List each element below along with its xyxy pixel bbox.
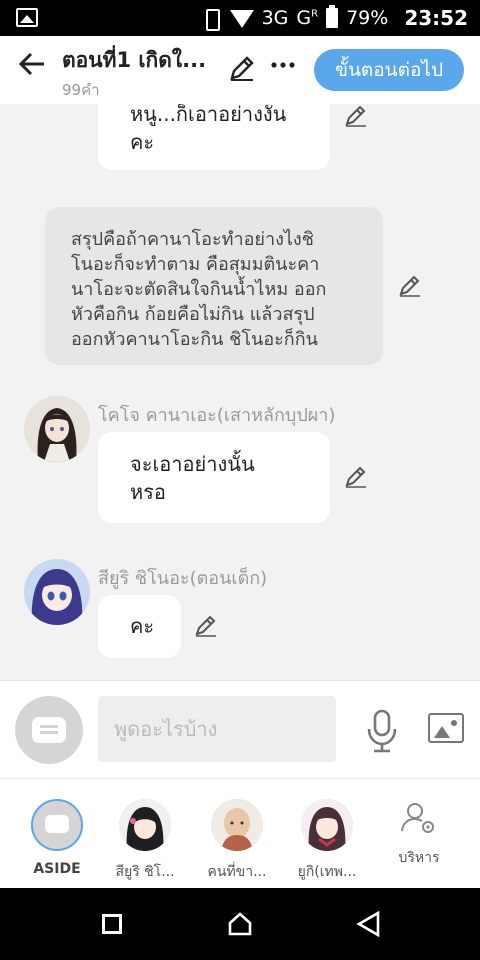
wifi-icon [229,10,254,28]
avatar-image [301,799,353,851]
message-line: หรอ [130,480,166,504]
message-bubble[interactable]: คะ [98,595,181,658]
edit-title-icon[interactable] [228,54,258,84]
more-icon[interactable] [270,52,300,82]
word-count: 99คำ [62,81,100,99]
aside-toggle-button[interactable] [15,696,83,764]
character-shinoa[interactable]: สียูริ ชิโ... [100,799,190,883]
message-bubble[interactable]: จะเอาอย่างนั้น หรอ [98,432,330,523]
message-line: จะเอาอย่างนั้น [130,452,255,476]
network-label: 3G [261,7,289,29]
gallery-icon [16,8,38,27]
clock: 23:52 [404,6,468,30]
pencil-icon [195,615,216,637]
chat-bubble-icon [32,717,66,743]
character-yuki[interactable]: ยูกิ(เทพ... [282,799,372,883]
character-label: ยูกิ(เทพ... [297,864,357,880]
narration-line: หัวคือกิน ก้อยคือไม่กิน แล้วสรุป [71,304,315,325]
home-icon[interactable] [228,912,252,936]
system-nav-bar [0,888,480,960]
message-line: หนู...ก็เอาอย่างงั้น [130,104,287,126]
mic-icon[interactable] [364,709,400,753]
character-avatar [211,799,263,851]
image-icon[interactable] [428,713,464,743]
character-label: ASIDE [33,861,81,877]
character-selector: ASIDE สียูริ ชิโ... คนที่ขา... ยูกิ(เทพ.… [0,778,480,888]
back-nav-icon[interactable] [356,910,380,938]
battery-icon [326,5,339,28]
page-title: ตอนที่1 เกิดใ... [62,48,207,72]
message-bubble[interactable]: หนู...ก็เอาอย่างงั้น คะ [98,104,330,170]
chat-header: ตอนที่1 เกิดใ... 99คำ ขั้นตอนต่อไป [0,36,480,104]
character-bald[interactable]: คนที่ขา... [192,799,282,883]
narration-line: ออกหัวคานาโอะกิน ชิโนอะก็กิน [71,329,318,350]
vibrate-icon [200,8,222,31]
character-avatar [119,799,171,851]
avatar-image [211,799,263,851]
user-gear-icon [401,803,434,833]
more-dots-icon [271,62,295,68]
pencil-icon [399,275,420,297]
speaker-name: โคโจ คานาเอะ(เสาหลักบุปผา) [98,405,336,426]
next-step-button[interactable]: ขั้นตอนต่อไป [314,49,464,91]
chat-bubble-icon [45,815,69,833]
character-label: บริหาร [398,850,440,866]
manage-characters-button[interactable]: บริหาร [374,799,464,869]
character-avatar [301,799,353,851]
message-line: คะ [130,614,155,638]
narration-bubble[interactable]: สรุปคือถ้าคานาโอะทำอย่างไงชิ โนอะก็จะทำต… [45,207,383,365]
narration-line: นาโอะจะตัดสินใจกินน้ำไหม ออก [71,279,327,300]
edit-message-icon[interactable] [344,465,368,493]
character-aside[interactable]: ASIDE [12,799,102,877]
pencil-icon [345,105,366,127]
user-settings-icon [399,799,439,839]
message-line: คะ [130,130,155,154]
narration-line: สรุปคือถ้าคานาโอะทำอย่างไงชิ [71,229,314,250]
back-arrow-icon [18,52,44,76]
battery-percent: 79% [346,7,389,29]
status-bar: 3G GR 79% 23:52 [0,0,480,36]
character-label: สียูริ ชิโ... [115,864,175,880]
pencil-icon [345,466,366,488]
recents-icon[interactable] [102,914,122,934]
input-bar [0,680,480,778]
avatar-image [119,799,171,851]
chat-area[interactable]: หนู...ก็เอาอย่างงั้น คะ สรุปคือถ้าคานาโอ… [0,104,480,680]
edit-message-icon[interactable] [194,614,218,642]
avatar-image [24,396,90,462]
back-icon[interactable] [14,50,50,86]
avatar-kanae[interactable] [24,396,90,462]
character-label: คนที่ขา... [207,864,267,880]
narration-line: โนอะก็จะทำตาม คือสุมมตินะคา [71,254,320,275]
network2-label: GR [296,7,319,29]
status-right: 3G GR 79% 23:52 [200,0,468,36]
avatar-shinoa[interactable] [24,559,90,625]
back-triangle [356,910,380,938]
message-input[interactable] [98,696,336,762]
pencil-icon [230,56,254,81]
aside-avatar [31,799,83,851]
microphone-icon [367,709,397,753]
avatar-image [24,559,90,625]
speaker-name: สียูริ ชิโนอะ(ตอนเด็ก) [98,568,268,589]
edit-message-icon[interactable] [344,104,368,132]
edit-narration-icon[interactable] [398,274,422,302]
home-shape [228,912,252,936]
